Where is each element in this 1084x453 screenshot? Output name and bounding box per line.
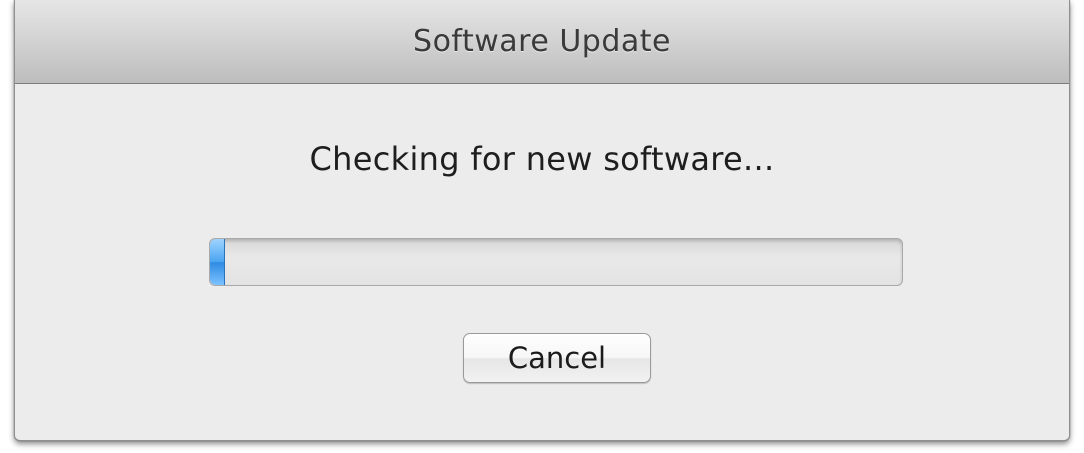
- dialog-body: Checking for new software... Cancel: [15, 84, 1069, 440]
- progress-bar-fill: [210, 239, 225, 285]
- cancel-button[interactable]: Cancel: [463, 333, 651, 383]
- software-update-window: Software Update Checking for new softwar…: [14, 0, 1070, 441]
- status-message: Checking for new software...: [309, 140, 775, 178]
- window-title: Software Update: [413, 24, 671, 59]
- title-bar[interactable]: Software Update: [15, 0, 1069, 84]
- progress-bar: [209, 238, 903, 286]
